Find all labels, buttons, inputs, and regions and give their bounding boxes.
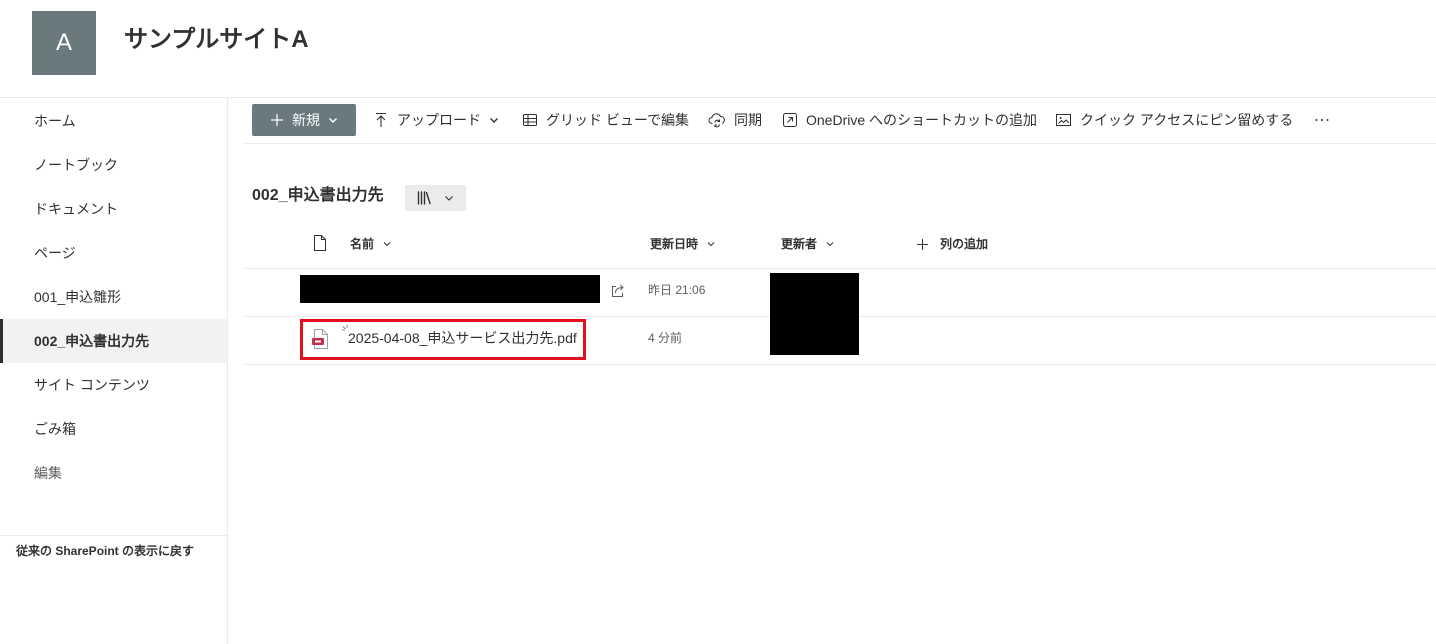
view-switcher-button[interactable]: [405, 185, 466, 211]
pin-quick-access-label: クイック アクセスにピン留めする: [1080, 112, 1294, 128]
new-button-label: 新規: [292, 112, 320, 128]
chevron-down-icon: [383, 240, 391, 248]
upload-icon: [373, 112, 389, 128]
add-column-button[interactable]: 列の追加: [917, 236, 988, 252]
nav-list: ホーム ノートブック ドキュメント ページ 001_申込雛形 002_申込書出力…: [0, 99, 227, 495]
upload-button-label: アップロード: [397, 112, 481, 128]
sync-button[interactable]: 同期: [708, 104, 762, 136]
name-column-header[interactable]: 名前: [350, 236, 391, 252]
add-column-label: 列の追加: [940, 237, 989, 251]
modified-value: 4 分前: [648, 331, 683, 345]
site-title[interactable]: サンプルサイトA: [124, 24, 309, 56]
new-button[interactable]: 新規: [252, 104, 356, 136]
chevron-down-icon: [328, 115, 338, 125]
nav-item-edit[interactable]: 編集: [0, 451, 227, 495]
nav-item-recycle-bin[interactable]: ごみ箱: [0, 407, 227, 451]
file-name-link[interactable]: 2025-04-08_申込サービス出力先.pdf: [348, 329, 577, 347]
sync-button-label: 同期: [734, 112, 762, 128]
modified-value: 昨日 21:06: [648, 283, 706, 297]
nav-divider: [0, 535, 227, 536]
grid-edit-button[interactable]: グリッド ビューで編集: [522, 104, 689, 136]
pin-icon: [1055, 112, 1072, 128]
sync-icon: [708, 112, 726, 128]
nav-item-001-templates[interactable]: 001_申込雛形: [0, 275, 227, 319]
library-title: 002_申込書出力先: [252, 187, 384, 204]
pin-quick-access-button[interactable]: クイック アクセスにピン留めする: [1055, 104, 1293, 136]
modified-column-header[interactable]: 更新日時: [650, 236, 715, 252]
chevron-down-icon: [826, 240, 834, 248]
grid-edit-button-label: グリッド ビューで編集: [546, 112, 690, 128]
site-logo[interactable]: A: [32, 11, 96, 75]
nav-item-notebook[interactable]: ノートブック: [0, 143, 227, 187]
return-to-classic-link[interactable]: 従来の SharePoint の表示に戻す: [16, 543, 194, 559]
document-icon: [313, 235, 327, 251]
nav-item-002-output[interactable]: 002_申込書出力先: [0, 319, 227, 363]
chevron-down-icon: [444, 193, 454, 203]
pdf-file-icon: [312, 329, 328, 349]
upload-button[interactable]: アップロード: [373, 104, 499, 136]
more-icon: [1314, 112, 1330, 128]
command-bar: 新規 アップロード グリッド ビューで編集 同期 OneDrive へのショート…: [244, 98, 1436, 144]
file-type-column-header[interactable]: [313, 235, 327, 251]
redacted-modified-by: [770, 273, 859, 355]
nav-item-pages[interactable]: ページ: [0, 231, 227, 275]
grid-icon: [522, 112, 538, 128]
modified-column-label: 更新日時: [650, 237, 699, 251]
modified-by-column-header[interactable]: 更新者: [781, 236, 834, 252]
nav-item-home[interactable]: ホーム: [0, 99, 227, 143]
nav-item-site-contents[interactable]: サイト コンテンツ: [0, 363, 227, 407]
add-onedrive-shortcut-label: OneDrive へのショートカットの追加: [806, 112, 1038, 128]
share-icon[interactable]: [610, 283, 626, 299]
site-header: A サンプルサイトA: [0, 0, 1436, 98]
chevron-down-icon: [707, 240, 715, 248]
left-navigation: ホーム ノートブック ドキュメント ページ 001_申込雛形 002_申込書出力…: [0, 98, 228, 644]
modified-by-column-label: 更新者: [781, 237, 818, 251]
name-column-label: 名前: [350, 237, 375, 251]
plus-icon: [270, 113, 284, 127]
chevron-down-icon: [489, 115, 499, 125]
redacted-file-name: [300, 275, 600, 303]
list-column-header: 名前 更新日時 更新者 列の追加: [244, 221, 1436, 269]
shortcut-icon: [782, 112, 798, 128]
more-button[interactable]: [1314, 104, 1330, 136]
add-onedrive-shortcut-button[interactable]: OneDrive へのショートカットの追加: [782, 104, 1037, 136]
nav-item-documents[interactable]: ドキュメント: [0, 187, 227, 231]
plus-icon: [917, 238, 928, 250]
library-view-icon: [416, 190, 432, 206]
